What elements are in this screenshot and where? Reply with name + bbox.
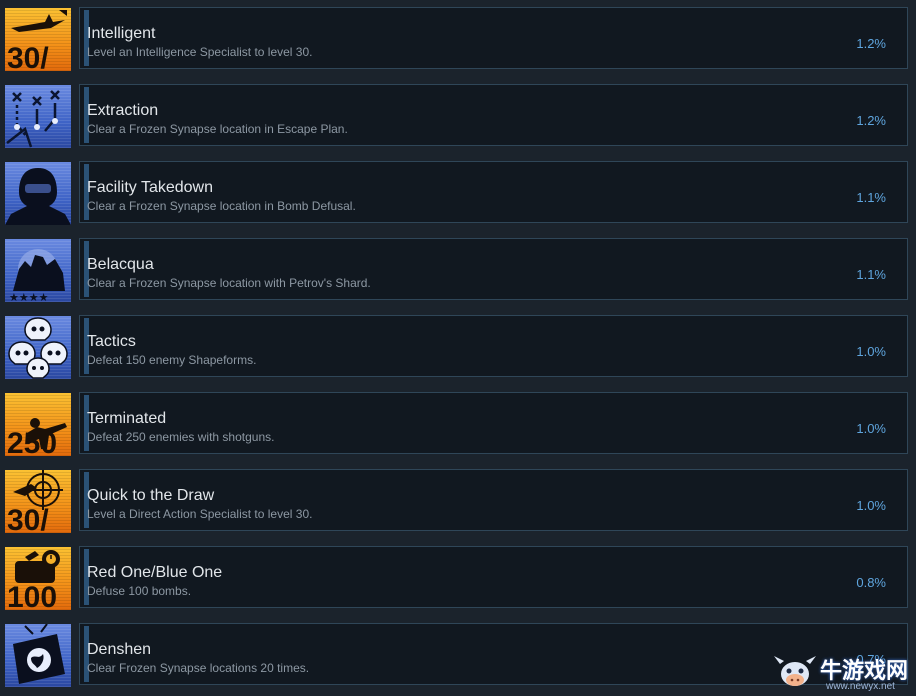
achievement-panel: Facility Takedown Clear a Frozen Synapse … xyxy=(79,161,908,223)
icon-text: 30/ xyxy=(7,504,49,533)
achievement-title: Denshen xyxy=(87,641,152,658)
achievement-panel: Quick to the Draw Level a Direct Action S… xyxy=(79,469,908,531)
cow-mascot-icon xyxy=(774,656,816,686)
achievement-row[interactable]: 250 Terminated Defeat 250 enemies with sho… xyxy=(5,392,908,456)
icon-text: 100 xyxy=(7,581,57,610)
unlock-percentage: 1.0% xyxy=(856,421,886,436)
achievement-description: Defeat 150 enemy Shapeforms. xyxy=(87,353,257,367)
achievement-description: Level a Direct Action Specialist to leve… xyxy=(87,507,313,521)
achievement-panel: Intelligent Level an Intelligence Special… xyxy=(79,7,908,69)
achievement-row[interactable]: 100 Red One/Blue One Defuse 100 bombs. 0.8% xyxy=(5,546,908,610)
achievement-title: Red One/Blue One xyxy=(87,564,223,581)
achievement-panel: Belacqua Clear a Frozen Synapse location … xyxy=(79,238,908,300)
achievement-title: Terminated xyxy=(87,410,167,427)
intelligence-specialist-icon: 30/ xyxy=(5,8,71,71)
skulls-icon xyxy=(5,316,71,379)
achievement-row[interactable]: Extraction Clear a Frozen Synapse locatio… xyxy=(5,84,908,148)
achievement-description: Clear a Frozen Synapse location with Pet… xyxy=(87,276,371,290)
achievement-row[interactable]: Facility Takedown Clear a Frozen Synapse … xyxy=(5,161,908,225)
achievement-panel: Terminated Defeat 250 enemies with shotgu… xyxy=(79,392,908,454)
achievement-title: Intelligent xyxy=(87,25,156,42)
unlock-percentage: 1.2% xyxy=(856,113,886,128)
achievement-panel: Extraction Clear a Frozen Synapse locatio… xyxy=(79,84,908,146)
achievement-panel: Tactics Defeat 150 enemy Shapeforms. 1.0% xyxy=(79,315,908,377)
unlock-percentage: 1.0% xyxy=(856,344,886,359)
crosshair-target-icon: 30/ xyxy=(5,470,71,533)
icon-text: 30/ xyxy=(7,42,49,71)
achievement-description: Defuse 100 bombs. xyxy=(87,584,192,598)
achievement-row[interactable]: Tactics Defeat 150 enemy Shapeforms. 1.0% xyxy=(5,315,908,379)
watermark-url: www.newyx.net xyxy=(826,681,895,692)
svg-text:★★★★: ★★★★ xyxy=(9,291,49,302)
unlock-percentage: 0.8% xyxy=(856,575,886,590)
achievement-description: Defeat 250 enemies with shotguns. xyxy=(87,430,275,444)
achievement-title: Quick to the Draw xyxy=(87,487,215,504)
masked-soldier-icon xyxy=(5,162,71,225)
achievement-title: Facility Takedown xyxy=(87,179,213,196)
achievement-description: Level an Intelligence Specialist to leve… xyxy=(87,45,313,59)
achievement-row[interactable]: 30/Quick to the Draw Level a Direct Actio… xyxy=(5,469,908,533)
achievement-description: Clear a Frozen Synapse location in Escap… xyxy=(87,122,348,136)
unlock-percentage: 1.0% xyxy=(856,498,886,513)
watermark: 牛游戏网 www.newyx.net xyxy=(770,646,916,696)
achievement-description: Clear a Frozen Synapse location in Bomb … xyxy=(87,199,356,213)
achievement-row[interactable]: ★★★★ Belacqua Clear a Frozen Synapse locat… xyxy=(5,238,908,302)
achievement-row[interactable]: 30/Intelligent Level an Intelligence Spec… xyxy=(5,7,908,71)
achievement-title: Extraction xyxy=(87,102,159,119)
escape-plan-routes-icon xyxy=(5,85,71,148)
unlock-percentage: 1.1% xyxy=(856,267,886,282)
achievement-panel: Red One/Blue One Defuse 100 bombs. 0.8% xyxy=(79,546,908,608)
icon-text: 250 xyxy=(7,427,57,456)
shotgun-soldier-icon: 250 xyxy=(5,393,71,456)
globe-tv-icon xyxy=(5,624,71,687)
achievement-title: Tactics xyxy=(87,333,136,350)
achievement-description: Clear Frozen Synapse locations 20 times. xyxy=(87,661,310,675)
bomb-icon: 100 xyxy=(5,547,71,610)
unlock-percentage: 1.1% xyxy=(856,190,886,205)
unlock-percentage: 1.2% xyxy=(856,36,886,51)
achievement-title: Belacqua xyxy=(87,256,154,273)
squad-stars-icon: ★★★★ xyxy=(5,239,71,302)
achievement-list: 30/Intelligent Level an Intelligence Spec… xyxy=(0,0,916,696)
